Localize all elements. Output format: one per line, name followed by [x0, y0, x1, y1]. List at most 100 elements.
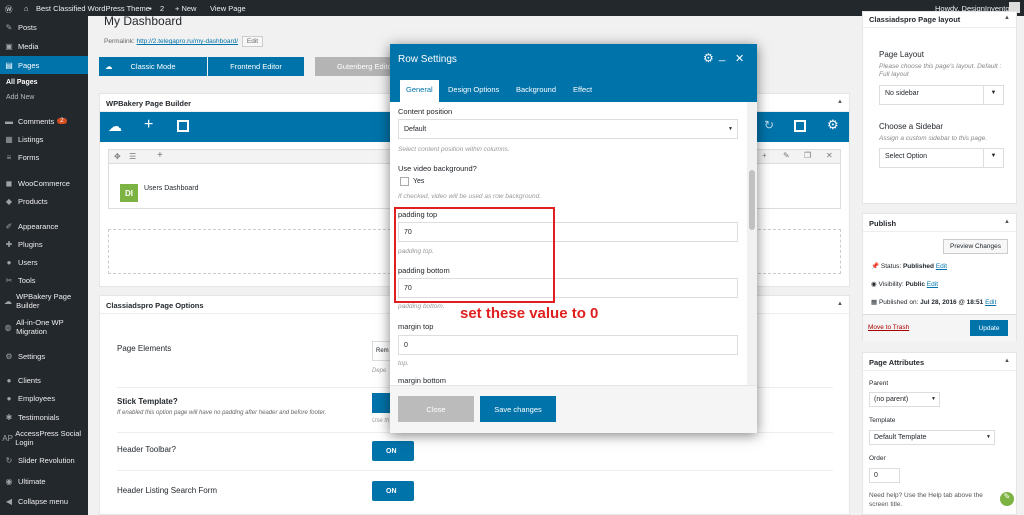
content-position-select[interactable]: Default ▼ [398, 119, 738, 139]
clone-icon[interactable]: ❐ [804, 151, 811, 160]
parent-select[interactable]: (no parent) ▼ [869, 392, 940, 407]
visibility-edit-link[interactable]: Edit [927, 281, 938, 288]
pin-icon: ✎ [5, 22, 13, 32]
sidebar-item-ultimate[interactable]: ◉ Ultimate [0, 472, 88, 490]
wpbakery-logo-icon[interactable]: ☁ [108, 118, 122, 135]
collapse-arrow-icon[interactable]: ▲ [837, 301, 843, 307]
stick-template-help: If enabled this option page will have no… [117, 410, 327, 416]
page-elements-select[interactable]: Rem [372, 341, 392, 361]
stick-template-toggle[interactable] [372, 393, 390, 413]
move-to-trash-link[interactable]: Move to Trash [868, 324, 909, 331]
publish-box: Publish ▲ Preview Changes 📌 Status: Publ… [862, 213, 1017, 341]
header-toolbar-toggle[interactable]: ON [372, 441, 414, 461]
sidebar-item-tools[interactable]: ✂ Tools [0, 271, 88, 289]
sidebar-item-label: Testimonials [18, 412, 60, 422]
modal-scrollbar-thumb[interactable] [749, 170, 755, 230]
permalink-edit-button[interactable]: Edit [241, 36, 264, 47]
pages-icon: ▤ [5, 60, 13, 70]
gear-icon[interactable]: ⚙ [827, 117, 839, 133]
collapse-arrow-icon[interactable]: ▲ [1004, 15, 1010, 21]
sidebar-item-clients[interactable]: ● Clients [0, 371, 88, 389]
add-column-icon[interactable]: + [157, 150, 163, 161]
row-add-icon[interactable]: + [762, 151, 767, 160]
comment-icon[interactable]: ▪ [149, 4, 152, 13]
sidebar-sub-all-pages[interactable]: All Pages [6, 79, 38, 86]
modal-scrollbar[interactable] [747, 102, 757, 385]
margin-top-input[interactable]: 0 [398, 335, 738, 355]
element-name[interactable]: Users Dashboard [144, 185, 198, 192]
save-changes-button[interactable]: Save changes [480, 396, 556, 422]
template-select[interactable]: Default Template ▼ [869, 430, 995, 445]
status-row: 📌 Status: Published Edit [871, 262, 947, 270]
sidebar-sub-add-new[interactable]: Add New [6, 94, 34, 101]
sidebar-item-testimonials[interactable]: ✱ Testimonials [0, 408, 88, 426]
new-link[interactable]: + New [175, 4, 196, 13]
sidebar-item-wpbakery-page-builder[interactable]: ☁ WPBakery Page Builder [0, 288, 88, 314]
templates-icon[interactable] [177, 120, 189, 132]
sidebar-item-plugins[interactable]: ✚ Plugins [0, 235, 88, 253]
add-element-icon[interactable]: + [144, 116, 153, 134]
sidebar-item-collapse-menu[interactable]: ◀ Collapse menu [0, 492, 88, 510]
page-layout-select[interactable]: No sidebar ▼ [879, 85, 1004, 105]
sidebar-item-appearance[interactable]: ✐ Appearance [0, 217, 88, 235]
comment-count[interactable]: 2 [160, 4, 164, 13]
sidebar-item-pages[interactable]: ▤ Pages [0, 56, 88, 74]
delete-icon[interactable]: ✕ [826, 151, 833, 160]
collapse-arrow-icon[interactable]: ▲ [1004, 219, 1010, 225]
sidebar-item-woocommerce[interactable]: ◼ WooCommerce [0, 174, 88, 192]
collapse-arrow-icon[interactable]: ▲ [1004, 358, 1010, 364]
status-edit-link[interactable]: Edit [936, 263, 947, 270]
chat-icon[interactable]: ✎ [1000, 492, 1014, 506]
view-page-link[interactable]: View Page [210, 4, 246, 13]
sidebar-item-listings[interactable]: ▦ Listings [0, 130, 88, 148]
visibility-label: Visibility: [878, 281, 904, 288]
sidebar-item-settings[interactable]: ⚙ Settings [0, 347, 88, 365]
redo-icon[interactable]: ↻ [764, 118, 774, 132]
sidebar-item-comments[interactable]: ▬ Comments 2 [0, 112, 88, 130]
minimize-icon[interactable]: _ [719, 50, 725, 62]
header-search-toggle[interactable]: ON [372, 481, 414, 501]
wordpress-logo-icon[interactable]: Ⓦ [5, 4, 13, 15]
sidebar-item-accesspress-social-login[interactable]: AP AccessPress Social Login [0, 425, 88, 451]
sidebar-item-products[interactable]: ◆ Products [0, 192, 88, 210]
tab-design-options[interactable]: Design Options [442, 80, 505, 102]
pencil-icon[interactable]: ✎ [783, 151, 790, 160]
permalink-url[interactable]: http://2.telegapro.ru/my-dashboard/ [137, 38, 239, 45]
sidebar-item-forms[interactable]: ≡ Forms [0, 148, 88, 166]
choose-sidebar-select[interactable]: Select Option ▼ [879, 148, 1004, 168]
video-background-checkbox[interactable] [400, 177, 409, 186]
sidebar-item-media[interactable]: ▣ Media [0, 37, 88, 55]
sidebar-item-slider-revolution[interactable]: ↻ Slider Revolution [0, 451, 88, 469]
classic-mode-button[interactable]: ☁ Classic Mode [99, 57, 207, 76]
move-icon[interactable]: ✥ [114, 152, 121, 161]
page-attributes-box: Page Attributes ▲ Parent (no parent) ▼ T… [862, 352, 1017, 515]
page-layout-box: Classiadspro Page layout ▲ Page Layout P… [862, 11, 1017, 204]
header-toolbar-label: Header Toolbar? [117, 445, 177, 454]
comment-icon: ▬ [5, 116, 13, 126]
fullscreen-icon[interactable] [794, 120, 806, 132]
preview-changes-button[interactable]: Preview Changes [943, 239, 1008, 254]
video-yes-label: Yes [413, 178, 425, 185]
sidebar-item-all-in-one-wp-migration[interactable]: ◍ All-in-One WP Migration [0, 314, 88, 340]
template-label: Template [869, 417, 896, 424]
sidebar-item-employees[interactable]: ● Employees [0, 389, 88, 407]
sidebar-item-users[interactable]: ● Users [0, 253, 88, 271]
close-button[interactable]: Close [398, 396, 474, 422]
collapse-arrow-icon[interactable]: ▲ [837, 99, 843, 105]
gutenberg-button[interactable]: Gutenberg Edito [315, 57, 390, 76]
sidebar-item-posts[interactable]: ✎ Posts [0, 18, 88, 36]
layout-icon[interactable]: ☰ [129, 152, 136, 161]
close-icon[interactable]: ✕ [735, 52, 744, 65]
update-button[interactable]: Update [970, 320, 1008, 336]
tab-general[interactable]: General [400, 80, 439, 102]
gear-icon[interactable]: ⚙ [703, 51, 714, 65]
published-edit-link[interactable]: Edit [985, 299, 996, 306]
order-input[interactable]: 0 [869, 468, 900, 483]
site-name-link[interactable]: Best Classified WordPress Theme [36, 4, 150, 13]
tab-effect[interactable]: Effect [567, 80, 598, 102]
forms-icon: ≡ [6, 152, 12, 162]
chevron-down-icon: ▼ [931, 396, 936, 402]
frontend-editor-button[interactable]: Frontend Editor [208, 57, 304, 76]
publish-title: Publish [863, 214, 1016, 232]
tab-background[interactable]: Background [510, 80, 562, 102]
